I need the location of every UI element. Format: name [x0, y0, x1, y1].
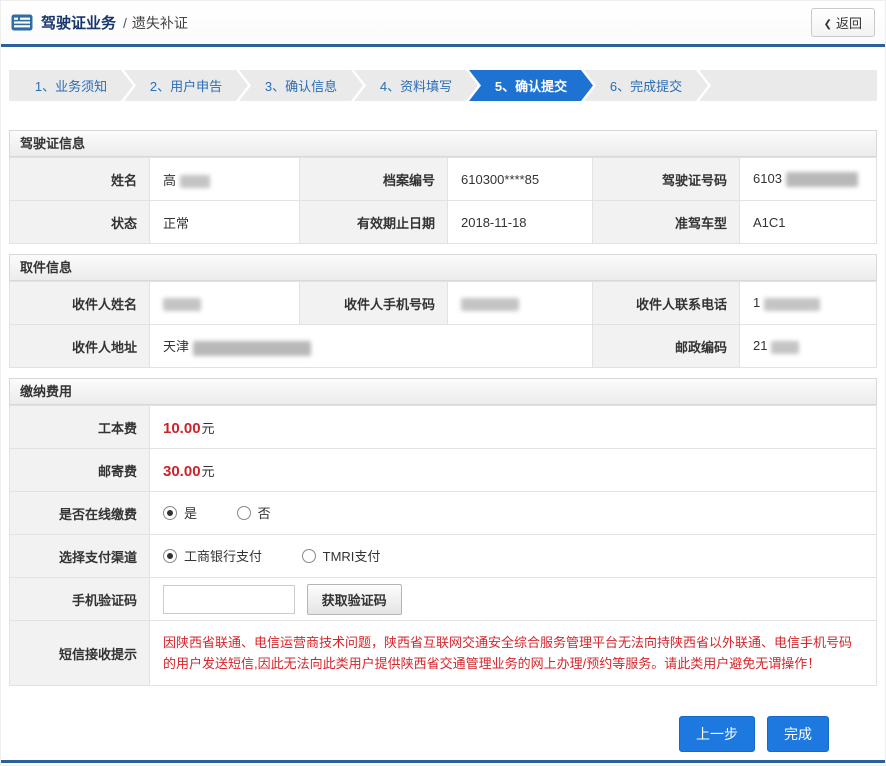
- radio-unselected-icon: [237, 506, 251, 520]
- zip-code-value: 21: [740, 325, 877, 368]
- recipient-mobile-value: [448, 282, 593, 325]
- recipient-name-value: [150, 282, 300, 325]
- expiry-date-value: 2018-11-18: [448, 201, 593, 244]
- back-button[interactable]: 返回: [811, 8, 875, 37]
- previous-step-button[interactable]: 上一步: [679, 716, 755, 752]
- pickup-info-section-title: 取件信息: [9, 254, 877, 281]
- get-sms-code-button[interactable]: 获取验证码: [307, 584, 402, 615]
- step-wizard-filler: [699, 70, 877, 101]
- license-info-table: 姓名 高 档案编号 610300****85 驾驶证号码 6103 状态 正常 …: [9, 157, 877, 244]
- sms-code-input[interactable]: [163, 585, 295, 614]
- status-label: 状态: [10, 201, 150, 244]
- radio-label: 工商银行支付: [184, 546, 262, 565]
- radio-label: 是: [184, 503, 197, 522]
- online-pay-no-radio[interactable]: 否: [237, 503, 271, 522]
- page-title: 驾驶证业务: [41, 12, 116, 33]
- vehicle-class-label: 准驾车型: [593, 201, 740, 244]
- redacted-text: [786, 172, 858, 187]
- sms-notice-label: 短信接收提示: [10, 621, 150, 686]
- license-number-label: 驾驶证号码: [593, 158, 740, 201]
- step-wizard: 1、业务须知 2、用户申告 3、确认信息 4、资料填写 5、确认提交 6、完成提…: [9, 70, 877, 101]
- table-row: 是否在线缴费 是 否: [10, 492, 877, 535]
- payment-channel-label: 选择支付渠道: [10, 535, 150, 578]
- expiry-date-label: 有效期止日期: [300, 201, 448, 244]
- file-number-label: 档案编号: [300, 158, 448, 201]
- redacted-text: [461, 298, 519, 311]
- table-row: 收件人地址 天津 邮政编码 21: [10, 325, 877, 368]
- license-info-section: 驾驶证信息 姓名 高 档案编号 610300****85 驾驶证号码 6103 …: [9, 130, 877, 244]
- radio-selected-icon: [163, 549, 177, 563]
- recipient-name-label: 收件人姓名: [10, 282, 150, 325]
- table-row: 短信接收提示 因陕西省联通、电信运营商技术问题，陕西省互联网交通安全综合服务管理…: [10, 621, 877, 686]
- sms-notice-cell: 因陕西省联通、电信运营商技术问题，陕西省互联网交通安全综合服务管理平台无法向持陕…: [150, 621, 877, 686]
- page: 驾驶证业务 / 遗失补证 返回 1、业务须知 2、用户申告 3、确认信息 4、资…: [0, 0, 886, 766]
- fees-section: 缴纳费用 工本费 10.00元 邮寄费 30.00元 是否在线缴费 是: [9, 378, 877, 686]
- license-number-value: 6103: [740, 158, 877, 201]
- license-services-icon: [11, 14, 33, 31]
- footer-actions: 上一步 完成: [1, 716, 885, 752]
- zip-code-label: 邮政编码: [593, 325, 740, 368]
- step-1-business-notice[interactable]: 1、业务须知: [9, 70, 133, 101]
- radio-selected-icon: [163, 506, 177, 520]
- status-value: 正常: [150, 201, 300, 244]
- recipient-address-value: 天津: [150, 325, 593, 368]
- step-6-complete-submit[interactable]: 6、完成提交: [584, 70, 708, 101]
- breadcrumb-divider: /: [123, 15, 127, 31]
- recipient-mobile-label: 收件人手机号码: [300, 282, 448, 325]
- table-row: 姓名 高 档案编号 610300****85 驾驶证号码 6103: [10, 158, 877, 201]
- license-info-section-title: 驾驶证信息: [9, 130, 877, 157]
- vehicle-class-value: A1C1: [740, 201, 877, 244]
- redacted-text: [771, 341, 799, 354]
- step-4-fill-materials[interactable]: 4、资料填写: [354, 70, 478, 101]
- recipient-phone-value: 1: [740, 282, 877, 325]
- production-fee-label: 工本费: [10, 406, 150, 449]
- name-label: 姓名: [10, 158, 150, 201]
- online-payment-label: 是否在线缴费: [10, 492, 150, 535]
- table-row: 选择支付渠道 工商银行支付 TMRI支付: [10, 535, 877, 578]
- redacted-text: [180, 175, 210, 188]
- table-row: 状态 正常 有效期止日期 2018-11-18 准驾车型 A1C1: [10, 201, 877, 244]
- pickup-info-section: 取件信息 收件人姓名 收件人手机号码 收件人联系电话 1 收件人地址 天津 邮政…: [9, 254, 877, 368]
- sms-code-field-cell: 获取验证码: [150, 578, 877, 621]
- sms-code-label: 手机验证码: [10, 578, 150, 621]
- name-value: 高: [150, 158, 300, 201]
- production-fee-value: 10.00元: [150, 406, 877, 449]
- back-button-label: 返回: [836, 13, 862, 32]
- channel-tmri-radio[interactable]: TMRI支付: [302, 546, 381, 565]
- online-payment-options: 是 否: [150, 492, 877, 535]
- mailing-fee-label: 邮寄费: [10, 449, 150, 492]
- breadcrumb-subpage: 遗失补证: [132, 13, 188, 33]
- channel-icbc-radio[interactable]: 工商银行支付: [163, 546, 262, 565]
- bottom-divider: [1, 760, 885, 763]
- fees-section-title: 缴纳费用: [9, 378, 877, 405]
- online-pay-yes-radio[interactable]: 是: [163, 503, 197, 522]
- finish-button[interactable]: 完成: [767, 716, 829, 752]
- chevron-left-icon: [824, 15, 836, 30]
- table-row: 收件人姓名 收件人手机号码 收件人联系电话 1: [10, 282, 877, 325]
- header: 驾驶证业务 / 遗失补证 返回: [1, 1, 885, 47]
- radio-label: TMRI支付: [323, 546, 381, 565]
- step-2-user-declaration[interactable]: 2、用户申告: [124, 70, 248, 101]
- recipient-address-label: 收件人地址: [10, 325, 150, 368]
- mailing-fee-value: 30.00元: [150, 449, 877, 492]
- table-row: 手机验证码 获取验证码: [10, 578, 877, 621]
- table-row: 工本费 10.00元: [10, 406, 877, 449]
- redacted-text: [193, 341, 311, 356]
- radio-unselected-icon: [302, 549, 316, 563]
- fees-table: 工本费 10.00元 邮寄费 30.00元 是否在线缴费 是 否: [9, 405, 877, 686]
- payment-channel-options: 工商银行支付 TMRI支付: [150, 535, 877, 578]
- recipient-phone-label: 收件人联系电话: [593, 282, 740, 325]
- step-5-confirm-submit[interactable]: 5、确认提交: [469, 70, 593, 101]
- file-number-value: 610300****85: [448, 158, 593, 201]
- sms-notice-text: 因陕西省联通、电信运营商技术问题，陕西省互联网交通安全综合服务管理平台无法向持陕…: [163, 632, 862, 674]
- redacted-text: [764, 298, 820, 311]
- step-3-confirm-info[interactable]: 3、确认信息: [239, 70, 363, 101]
- table-row: 邮寄费 30.00元: [10, 449, 877, 492]
- pickup-info-table: 收件人姓名 收件人手机号码 收件人联系电话 1 收件人地址 天津 邮政编码 21: [9, 281, 877, 368]
- radio-label: 否: [258, 503, 271, 522]
- redacted-text: [163, 298, 201, 311]
